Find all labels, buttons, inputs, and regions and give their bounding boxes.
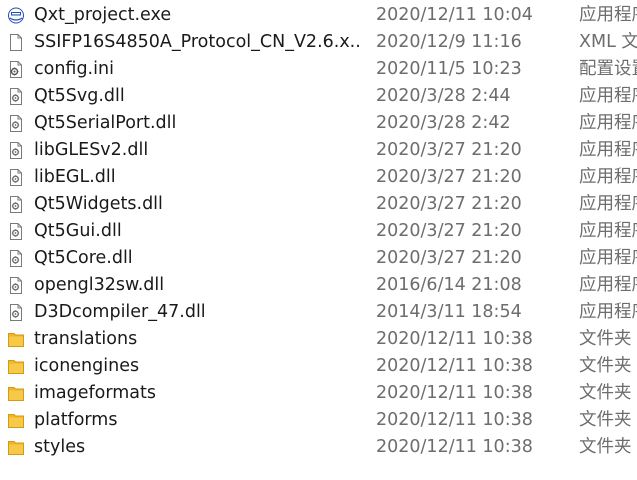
file-name: Qt5SerialPort.dll: [34, 113, 177, 133]
dll-file-icon: [8, 142, 24, 159]
file-row[interactable]: libEGL.dll 2020/3/27 21:20 应用程序扩展: [0, 164, 637, 191]
file-name: Qxt_project.exe: [34, 5, 172, 25]
folder-icon: [8, 439, 24, 456]
file-date-modified: 2020/12/9 11:16: [376, 32, 522, 52]
xml-file-icon: [8, 34, 24, 51]
file-date-modified: 2020/3/28 2:42: [376, 113, 511, 133]
file-row[interactable]: styles 2020/12/11 10:38 文件夹: [0, 434, 637, 461]
file-type: 文件夹: [579, 356, 632, 376]
file-date-modified: 2016/6/14 21:08: [376, 275, 522, 295]
file-row[interactable]: translations 2020/12/11 10:38 文件夹: [0, 326, 637, 353]
file-row[interactable]: config.ini 2020/11/5 10:23 配置设置: [0, 56, 637, 83]
file-date-modified: 2020/12/11 10:38: [376, 437, 533, 457]
file-name: Qt5Widgets.dll: [34, 194, 163, 214]
dll-file-icon: [8, 115, 24, 132]
file-name: libEGL.dll: [34, 167, 116, 187]
file-type: 应用程序扩展: [579, 86, 637, 106]
file-name: imageformats: [34, 383, 157, 403]
file-name: platforms: [34, 410, 118, 430]
dll-file-icon: [8, 169, 24, 186]
folder-icon: [8, 358, 24, 375]
file-name: SSIFP16S4850A_Protocol_CN_V2.6.x...: [34, 32, 360, 52]
file-name: Qt5Svg.dll: [34, 86, 125, 106]
file-type: 应用程序扩展: [579, 167, 637, 187]
file-type: XML 文档: [579, 32, 637, 52]
file-date-modified: 2020/3/27 21:20: [376, 248, 522, 268]
file-type: 应用程序扩展: [579, 275, 637, 295]
file-name: D3Dcompiler_47.dll: [34, 302, 206, 322]
folder-icon: [8, 385, 24, 402]
file-type: 配置设置: [579, 59, 637, 79]
file-row[interactable]: opengl32sw.dll 2016/6/14 21:08 应用程序扩展: [0, 272, 637, 299]
file-row[interactable]: imageformats 2020/12/11 10:38 文件夹: [0, 380, 637, 407]
file-date-modified: 2020/3/27 21:20: [376, 167, 522, 187]
file-row[interactable]: Qt5Core.dll 2020/3/27 21:20 应用程序扩展: [0, 245, 637, 272]
file-name: translations: [34, 329, 138, 349]
file-row[interactable]: Qt5Widgets.dll 2020/3/27 21:20 应用程序扩展: [0, 191, 637, 218]
folder-icon: [8, 412, 24, 429]
file-type: 应用程序: [579, 5, 637, 25]
file-row[interactable]: libGLESv2.dll 2020/3/27 21:20 应用程序扩展: [0, 137, 637, 164]
file-type: 文件夹: [579, 437, 632, 457]
file-name: libGLESv2.dll: [34, 140, 149, 160]
file-row[interactable]: Qt5SerialPort.dll 2020/3/28 2:42 应用程序扩展: [0, 110, 637, 137]
dll-file-icon: [8, 223, 24, 240]
file-type: 应用程序扩展: [579, 113, 637, 133]
ini-file-icon: [8, 61, 24, 78]
file-date-modified: 2014/3/11 18:54: [376, 302, 522, 322]
file-date-modified: 2020/3/27 21:20: [376, 140, 522, 160]
file-date-modified: 2020/3/27 21:20: [376, 194, 522, 214]
file-list: Qxt_project.exe 2020/12/11 10:04 应用程序 SSIFP…: [0, 0, 637, 480]
file-row[interactable]: platforms 2020/12/11 10:38 文件夹: [0, 407, 637, 434]
file-date-modified: 2020/3/27 21:20: [376, 221, 522, 241]
file-type: 文件夹: [579, 410, 632, 430]
file-date-modified: 2020/12/11 10:38: [376, 329, 533, 349]
file-row[interactable]: iconengines 2020/12/11 10:38 文件夹: [0, 353, 637, 380]
file-name: Qt5Core.dll: [34, 248, 133, 268]
file-row[interactable]: Qxt_project.exe 2020/12/11 10:04 应用程序: [0, 2, 637, 29]
file-date-modified: 2020/11/5 10:23: [376, 59, 522, 79]
file-type: 文件夹: [579, 383, 632, 403]
file-row[interactable]: D3Dcompiler_47.dll 2014/3/11 18:54 应用程序扩展: [0, 299, 637, 326]
file-type: 应用程序扩展: [579, 140, 637, 160]
file-row[interactable]: Qt5Svg.dll 2020/3/28 2:44 应用程序扩展: [0, 83, 637, 110]
file-name: opengl32sw.dll: [34, 275, 165, 295]
file-type: 文件夹: [579, 329, 632, 349]
file-row[interactable]: Qt5Gui.dll 2020/3/27 21:20 应用程序扩展: [0, 218, 637, 245]
file-row[interactable]: SSIFP16S4850A_Protocol_CN_V2.6.x... 2020/…: [0, 29, 637, 56]
dll-file-icon: [8, 196, 24, 213]
file-name: styles: [34, 437, 86, 457]
dll-file-icon: [8, 277, 24, 294]
file-date-modified: 2020/12/11 10:04: [376, 5, 533, 25]
file-date-modified: 2020/12/11 10:38: [376, 356, 533, 376]
file-name: Qt5Gui.dll: [34, 221, 122, 241]
file-date-modified: 2020/12/11 10:38: [376, 383, 533, 403]
file-type: 应用程序扩展: [579, 248, 637, 268]
file-date-modified: 2020/12/11 10:38: [376, 410, 533, 430]
file-type: 应用程序扩展: [579, 194, 637, 214]
folder-icon: [8, 331, 24, 348]
file-name: config.ini: [34, 59, 114, 79]
dll-file-icon: [8, 88, 24, 105]
file-date-modified: 2020/3/28 2:44: [376, 86, 511, 106]
exe-icon: [8, 7, 24, 24]
file-name: iconengines: [34, 356, 140, 376]
dll-file-icon: [8, 304, 24, 321]
file-type: 应用程序扩展: [579, 302, 637, 322]
file-type: 应用程序扩展: [579, 221, 637, 241]
dll-file-icon: [8, 250, 24, 267]
